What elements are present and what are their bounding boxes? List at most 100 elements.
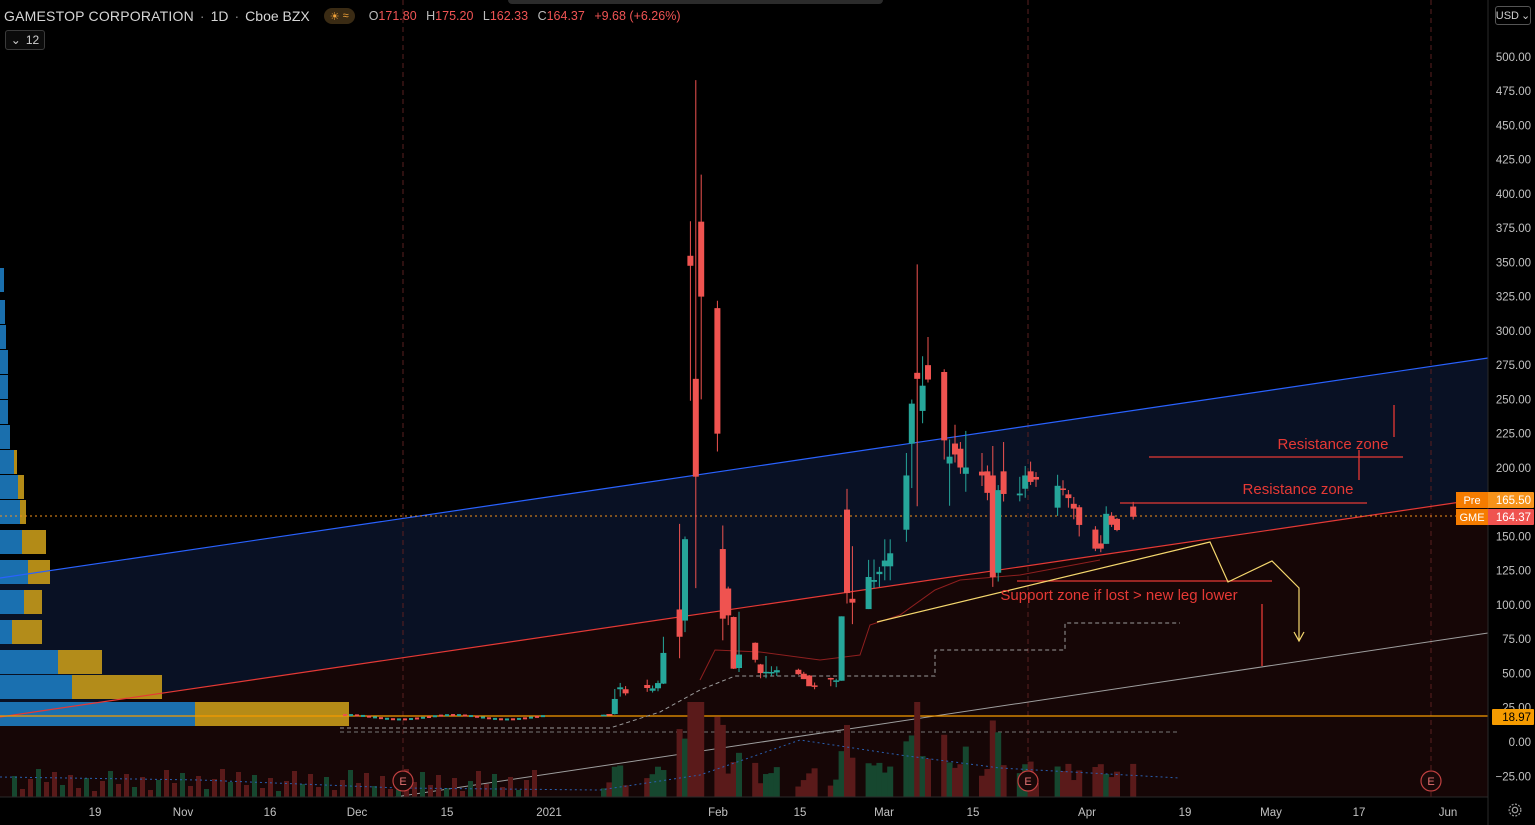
candle-body[interactable] bbox=[946, 456, 953, 464]
candle-body[interactable] bbox=[827, 678, 834, 680]
sun-icon: ☀ bbox=[329, 10, 340, 23]
candle-body[interactable] bbox=[617, 687, 624, 690]
volume-profile-bar bbox=[195, 702, 349, 726]
candle-body[interactable] bbox=[644, 684, 651, 689]
candle-body[interactable] bbox=[763, 671, 769, 674]
gear-icon[interactable] bbox=[1506, 801, 1524, 819]
candle-body[interactable] bbox=[962, 467, 969, 474]
volume-bar bbox=[644, 778, 651, 797]
candle-body[interactable] bbox=[941, 371, 948, 441]
candle-body[interactable] bbox=[865, 577, 872, 610]
candle-body[interactable] bbox=[682, 539, 688, 621]
candle-body[interactable] bbox=[768, 671, 775, 674]
annotation-label[interactable]: Resistance zone bbox=[1278, 436, 1389, 453]
candle-body[interactable] bbox=[957, 448, 964, 468]
candle-body[interactable] bbox=[795, 669, 802, 675]
candle-body[interactable] bbox=[806, 675, 813, 687]
volume-bar bbox=[524, 780, 529, 797]
candle-body[interactable] bbox=[611, 698, 618, 715]
candle-body bbox=[421, 716, 425, 719]
candle-body[interactable] bbox=[773, 670, 780, 673]
candle-body[interactable] bbox=[995, 490, 1002, 573]
candle-body[interactable] bbox=[1076, 507, 1083, 525]
candle-body[interactable] bbox=[1022, 475, 1029, 489]
candle-body[interactable] bbox=[1092, 529, 1099, 549]
candle-body[interactable] bbox=[903, 475, 910, 530]
candle-body[interactable] bbox=[1016, 493, 1023, 496]
candle-body[interactable] bbox=[952, 443, 958, 455]
candle-body[interactable] bbox=[606, 714, 613, 716]
candle-body[interactable] bbox=[730, 617, 737, 669]
candle-body bbox=[463, 714, 467, 717]
candle-body[interactable] bbox=[1065, 494, 1072, 499]
ohlc-values: O171.80 H175.20 L162.33 C164.37 +9.68 (+… bbox=[369, 9, 681, 23]
candle-body[interactable] bbox=[725, 588, 732, 616]
candle-body[interactable] bbox=[1114, 518, 1120, 530]
chevron-down-icon: ⌄ bbox=[10, 33, 21, 47]
volume-profile-bar bbox=[58, 650, 102, 674]
candle-body[interactable] bbox=[1060, 488, 1066, 490]
candle-body[interactable] bbox=[698, 221, 705, 297]
candle-body[interactable] bbox=[919, 385, 926, 411]
candle-body[interactable] bbox=[914, 372, 921, 379]
candle-body[interactable] bbox=[881, 560, 888, 567]
candle-body[interactable] bbox=[908, 403, 915, 444]
candle-body[interactable] bbox=[844, 509, 850, 594]
indicator-toggle[interactable]: ⌄ 12 bbox=[5, 30, 45, 50]
volume-bar bbox=[164, 770, 169, 797]
candle-body[interactable] bbox=[979, 471, 985, 476]
candle-body[interactable] bbox=[925, 365, 931, 380]
candle-body[interactable] bbox=[1000, 471, 1007, 494]
candle-body[interactable] bbox=[622, 689, 629, 694]
candle-body[interactable] bbox=[757, 664, 764, 674]
volume-bar bbox=[763, 774, 769, 797]
candle-body[interactable] bbox=[833, 680, 840, 682]
price-chart[interactable]: Resistance zone Resistance zone Support zo… bbox=[0, 0, 1535, 825]
candle-body[interactable] bbox=[800, 673, 807, 680]
x-axis-tick: Apr bbox=[1078, 807, 1096, 819]
candle-body[interactable] bbox=[838, 616, 845, 681]
candle-body[interactable] bbox=[1097, 543, 1104, 549]
candle-body[interactable] bbox=[1033, 476, 1039, 480]
volume-profile-bar bbox=[0, 375, 8, 399]
candle-body[interactable] bbox=[811, 685, 818, 687]
candle-body[interactable] bbox=[1054, 485, 1061, 508]
candle-body[interactable] bbox=[714, 308, 721, 434]
candle-body[interactable] bbox=[719, 549, 726, 619]
candle-body[interactable] bbox=[687, 255, 694, 266]
volume-profile-bar bbox=[20, 500, 26, 524]
interval-label[interactable]: 1D bbox=[211, 8, 229, 24]
indicator-value: 12 bbox=[25, 33, 40, 47]
candle-body[interactable] bbox=[660, 652, 667, 684]
candle-body[interactable] bbox=[1130, 506, 1137, 517]
candle-body[interactable] bbox=[871, 580, 877, 582]
candle-body[interactable] bbox=[887, 553, 894, 567]
volume-bar bbox=[84, 778, 89, 797]
candle-body[interactable] bbox=[736, 654, 742, 668]
candle-body[interactable] bbox=[1027, 471, 1034, 482]
candle-body[interactable] bbox=[984, 471, 991, 493]
session-badge[interactable]: ☀ ≈ bbox=[323, 8, 355, 24]
candle-body[interactable] bbox=[655, 683, 661, 689]
candle-body[interactable] bbox=[989, 475, 996, 578]
pre-market-price-tag-value: 165.50 bbox=[1496, 495, 1531, 507]
volume-bar bbox=[476, 771, 481, 797]
symbol-name[interactable]: GAMESTOP CORPORATION bbox=[4, 8, 194, 24]
candle-body[interactable] bbox=[649, 688, 656, 691]
candle-body[interactable] bbox=[1070, 503, 1077, 509]
volume-profile-bar bbox=[0, 300, 5, 324]
annotation-label[interactable]: Support zone if lost > new leg lower bbox=[1000, 587, 1237, 604]
candle-body[interactable] bbox=[676, 609, 683, 637]
x-axis-tick: 17 bbox=[1353, 807, 1366, 819]
candle-body[interactable] bbox=[1103, 513, 1110, 544]
candle-body[interactable] bbox=[849, 598, 856, 603]
top-toolbar-handle[interactable] bbox=[508, 0, 883, 4]
candle-body[interactable] bbox=[692, 378, 699, 477]
candle-body[interactable] bbox=[752, 642, 759, 660]
candle-body[interactable] bbox=[876, 571, 883, 575]
annotation-label[interactable]: Resistance zone bbox=[1243, 481, 1354, 498]
volume-bar bbox=[260, 788, 265, 797]
candle-body[interactable] bbox=[601, 714, 607, 717]
candle-body[interactable] bbox=[1108, 515, 1115, 525]
currency-selector[interactable]: USD ⌄ bbox=[1495, 6, 1531, 25]
